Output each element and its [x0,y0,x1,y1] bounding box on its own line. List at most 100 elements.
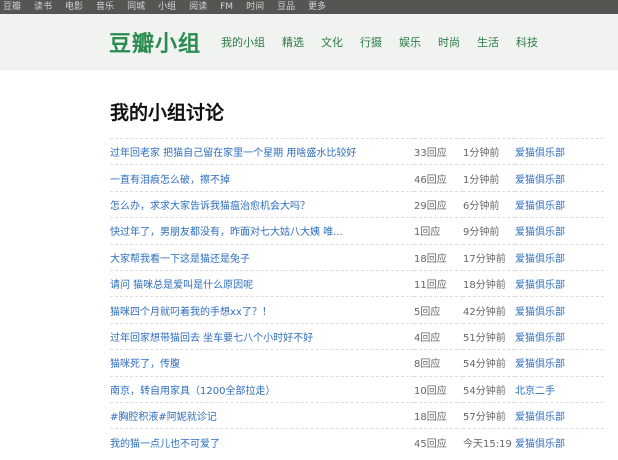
main-nav-link[interactable]: 生活 [477,34,499,50]
global-nav-link[interactable]: 更多 [308,0,326,14]
topic-time: 54分钟前 [463,359,506,371]
topic-group-link[interactable]: 爱猫俱乐部 [515,227,565,238]
topic-title-link[interactable]: 一直有泪痕怎么破，擦不掉 [110,175,230,186]
topic-title-cell: 快过年了，男朋友都没有，昨面对七大姑八大姨 唯... [110,218,414,244]
topic-reply-count: 11回应 [414,280,447,292]
page-title: 我的小组讨论 [110,102,225,124]
topic-row: 南京，转自用家具（1200全部拉走） 10回应 54分钟前 北京二手 [110,376,604,402]
main-nav-link[interactable]: 我的小组 [221,34,265,50]
topic-group-link[interactable]: 爱猫俱乐部 [515,254,565,265]
main-nav-link[interactable]: 时尚 [438,34,460,50]
topic-time: 1分钟前 [463,174,500,186]
main-nav-link[interactable]: 行摄 [360,34,382,50]
main-nav: 我的小组 精选 文化 行摄 娱乐 时尚 生活 科技 [221,34,555,50]
topic-group-cell: 爱猫俱乐部 [515,244,604,270]
topic-reply-count: 5回应 [414,306,441,318]
topic-title-cell: 一直有泪痕怎么破，擦不掉 [110,165,414,191]
topic-row: 怎么办，求求大家告诉我猫瘟治愈机会大吗？ 29回应 6分钟前 爱猫俱乐部 [110,191,604,217]
topic-group-cell: 爱猫俱乐部 [515,191,604,217]
topic-title-cell: 我的猫一点儿也不可爱了 [110,429,414,455]
topic-group-link[interactable]: 爱猫俱乐部 [515,359,565,370]
topic-group-link[interactable]: 爱猫俱乐部 [515,439,565,450]
topic-time: 今天15:19 [463,438,512,450]
topic-reply-count: 45回应 [414,438,447,450]
topic-title-cell: 猫咪死了，传腹 [110,350,414,376]
topic-title-link[interactable]: 怎么办，求求大家告诉我猫瘟治愈机会大吗？ [110,201,310,212]
topic-group-cell: 爱猫俱乐部 [515,165,604,191]
topic-time: 51分钟前 [463,332,506,344]
topic-group-link[interactable]: 爱猫俱乐部 [515,280,565,291]
topic-row: 猫咪死了，传腹 8回应 54分钟前 爱猫俱乐部 [110,349,604,376]
topic-reply-count: 10回应 [414,385,447,397]
topic-title-link[interactable]: 南京，转自用家具（1200全部拉走） [110,386,275,397]
topic-title-link[interactable]: 猫咪死了，传腹 [110,359,180,370]
topic-row: 我的猫一点儿也不可爱了 45回应 今天15:19 爱猫俱乐部 [110,428,604,455]
global-nav-link[interactable]: 豆瓣 [3,0,21,14]
topic-reply-count: 29回应 [414,200,447,212]
topic-reply-count: 33回应 [414,148,447,160]
topic-reply-count: 18回应 [414,253,447,265]
topic-table: 过年回老家 把猫自己留在家里一个星期 用啥盛水比较好 33回应 1分钟前 爱猫俱乐部一… [110,138,604,455]
topic-title-link[interactable]: 大家帮我看一下这是猫还是兔子 [110,254,250,265]
topic-group-cell: 爱猫俱乐部 [515,402,604,428]
topic-time: 17分钟前 [463,253,506,265]
topic-title-link[interactable]: #胸腔积液#阿妮就诊记 [110,412,217,423]
topic-group-link[interactable]: 北京二手 [515,386,555,397]
topic-group-cell: 爱猫俱乐部 [515,139,604,165]
topic-title-link[interactable]: 猫咪四个月就叼着我的手想xx了？！ [110,307,272,318]
main-content: 我的小组讨论 过年回老家 把猫自己留在家里一个星期 用啥盛水比较好 33回应 1分钟… [0,70,618,455]
topic-title-cell: 怎么办，求求大家告诉我猫瘟治愈机会大吗？ [110,191,414,217]
topic-reply-count: 46回应 [414,174,447,186]
topic-group-cell: 爱猫俱乐部 [515,270,604,296]
main-nav-link[interactable]: 科技 [516,34,538,50]
topic-title-link[interactable]: 快过年了，男朋友都没有，昨面对七大姑八大姨 唯... [110,227,343,238]
global-nav-link[interactable]: 小组 [158,0,176,14]
topic-title-link[interactable]: 过年回家想带猫回去 坐车要七八个小时好不好 [110,333,313,344]
topic-title-link[interactable]: 过年回老家 把猫自己留在家里一个星期 用啥盛水比较好 [110,148,356,159]
topic-row: 请问 猫咪总是爱叫是什么原因呢 11回应 18分钟前 爱猫俱乐部 [110,270,604,296]
topic-group-link[interactable]: 爱猫俱乐部 [515,201,565,212]
topic-group-link[interactable]: 爱猫俱乐部 [515,333,565,344]
global-nav-link[interactable]: 同城 [127,0,145,14]
topic-time: 9分钟前 [463,227,500,239]
main-nav-link[interactable]: 文化 [321,34,343,50]
topic-reply-count: 1回应 [414,227,441,239]
topic-group-cell: 爱猫俱乐部 [515,323,604,349]
topic-title-cell: 南京，转自用家具（1200全部拉走） [110,376,414,402]
global-nav-link[interactable]: FM [220,0,233,14]
global-nav-link[interactable]: 电影 [65,0,83,14]
topic-reply-count: 8回应 [414,359,441,371]
group-logo[interactable]: 豆瓣小组 [109,26,201,58]
topic-group-cell: 爱猫俱乐部 [515,429,604,455]
topic-title-link[interactable]: 请问 猫咪总是爱叫是什么原因呢 [110,280,253,291]
main-nav-link[interactable]: 娱乐 [399,34,421,50]
topic-group-cell: 爱猫俱乐部 [515,297,604,323]
topic-row: 过年回家想带猫回去 坐车要七八个小时好不好 4回应 51分钟前 爱猫俱乐部 [110,323,604,349]
topic-title-cell: 请问 猫咪总是爱叫是什么原因呢 [110,270,414,296]
main-nav-link[interactable]: 精选 [282,34,304,50]
topic-time: 57分钟前 [463,412,506,424]
global-nav: 豆瓣 读书 电影 音乐 同城 小组 阅读 FM 时间 豆品 更多 [0,0,618,14]
topic-group-link[interactable]: 爱猫俱乐部 [515,307,565,318]
topic-group-cell: 爱猫俱乐部 [515,350,604,376]
topic-group-link[interactable]: 爱猫俱乐部 [515,175,565,186]
topic-group-cell: 爱猫俱乐部 [515,218,604,244]
topic-row: #胸腔积液#阿妮就诊记 18回应 57分钟前 爱猫俱乐部 [110,402,604,428]
topic-title-cell: #胸腔积液#阿妮就诊记 [110,402,414,428]
topic-row: 快过年了，男朋友都没有，昨面对七大姑八大姨 唯... 1回应 9分钟前 爱猫俱乐部 [110,217,604,244]
topic-time: 54分钟前 [463,385,506,397]
global-nav-link[interactable]: 豆品 [277,0,295,14]
topic-group-link[interactable]: 爱猫俱乐部 [515,148,565,159]
topic-row: 一直有泪痕怎么破，擦不掉 46回应 1分钟前 爱猫俱乐部 [110,164,604,191]
topic-title-cell: 大家帮我看一下这是猫还是兔子 [110,244,414,270]
global-nav-link[interactable]: 时间 [246,0,264,14]
group-header: 豆瓣小组 我的小组 精选 文化 行摄 娱乐 时尚 生活 科技 [0,14,618,70]
global-nav-link[interactable]: 音乐 [96,0,114,14]
topic-row: 过年回老家 把猫自己留在家里一个星期 用啥盛水比较好 33回应 1分钟前 爱猫俱乐部 [110,138,604,165]
topic-title-cell: 猫咪四个月就叼着我的手想xx了？！ [110,297,414,323]
topic-title-link[interactable]: 我的猫一点儿也不可爱了 [110,439,220,450]
global-nav-link[interactable]: 阅读 [189,0,207,14]
topic-group-link[interactable]: 爱猫俱乐部 [515,412,565,423]
topic-group-cell: 北京二手 [515,376,604,402]
global-nav-link[interactable]: 读书 [34,0,52,14]
